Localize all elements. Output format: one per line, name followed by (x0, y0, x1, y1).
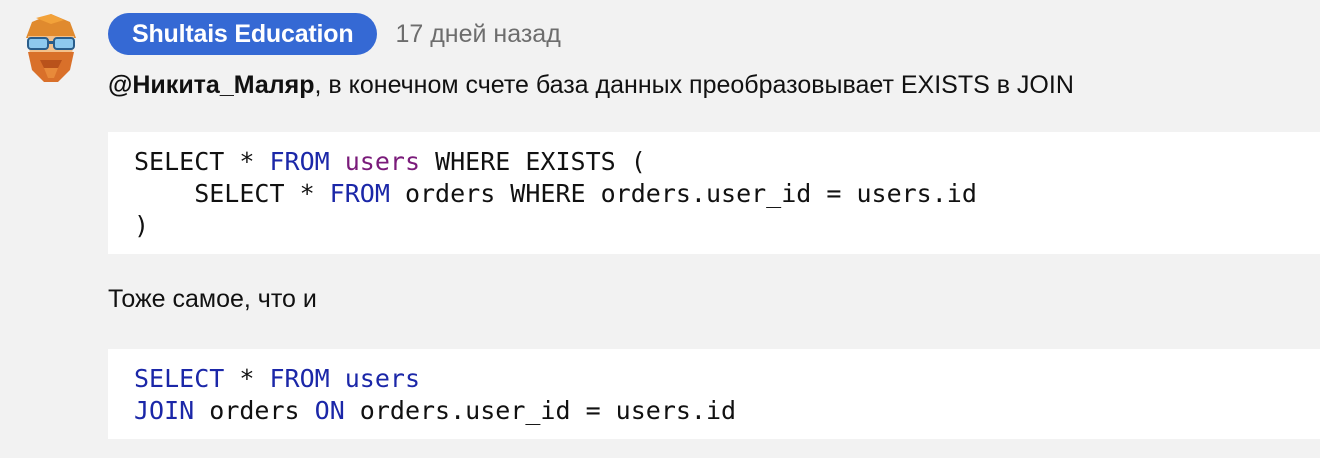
code-text: WHERE EXISTS ( (420, 147, 646, 176)
code-keyword: ON (314, 396, 345, 425)
bearded-man-sunglasses-avatar-icon (26, 14, 76, 82)
code-line: SELECT * FROM orders WHERE orders.user_i… (134, 178, 1294, 210)
code-keyword: SELECT (134, 364, 225, 393)
code-block: SELECT * FROM users JOIN orders ON orders… (108, 349, 1320, 439)
code-text: orders (194, 396, 315, 425)
code-text: orders.user_id = users.id (344, 396, 737, 425)
code-line: JOIN orders ON orders.user_id = users.id (134, 395, 1294, 427)
code-keyword: FROM (329, 179, 390, 208)
code-line: SELECT * FROM users (134, 363, 1294, 395)
paragraph-text: , в конечном счете база данных преобразо… (314, 71, 1074, 99)
code-keyword: JOIN (134, 396, 195, 425)
code-text: SELECT * (134, 147, 270, 176)
code-text: orders WHERE orders.user_id = users.id (389, 179, 977, 208)
code-keyword: FROM (269, 364, 330, 393)
avatar[interactable] (18, 12, 84, 84)
code-text: ) (134, 211, 150, 240)
comment-header: Shultais Education 17 дней назад (108, 13, 561, 55)
code-line: SELECT * FROM users WHERE EXISTS ( (134, 146, 1294, 178)
author-badge[interactable]: Shultais Education (108, 13, 378, 55)
code-identifier: users (344, 364, 421, 393)
comment-paragraph: @Никита_Маляр, в конечном счете база дан… (108, 71, 1074, 100)
timestamp[interactable]: 17 дней назад (395, 20, 560, 49)
user-mention[interactable]: @Никита_Маляр (108, 71, 315, 99)
code-block: SELECT * FROM users WHERE EXISTS ( SELEC… (108, 132, 1320, 254)
code-text: * (224, 364, 270, 393)
code-keyword: FROM (269, 147, 330, 176)
code-identifier: users (344, 147, 421, 176)
code-text: SELECT * (134, 179, 330, 208)
comment-paragraph: Тоже самое, что и (108, 285, 317, 313)
code-line: ) (134, 210, 1294, 242)
